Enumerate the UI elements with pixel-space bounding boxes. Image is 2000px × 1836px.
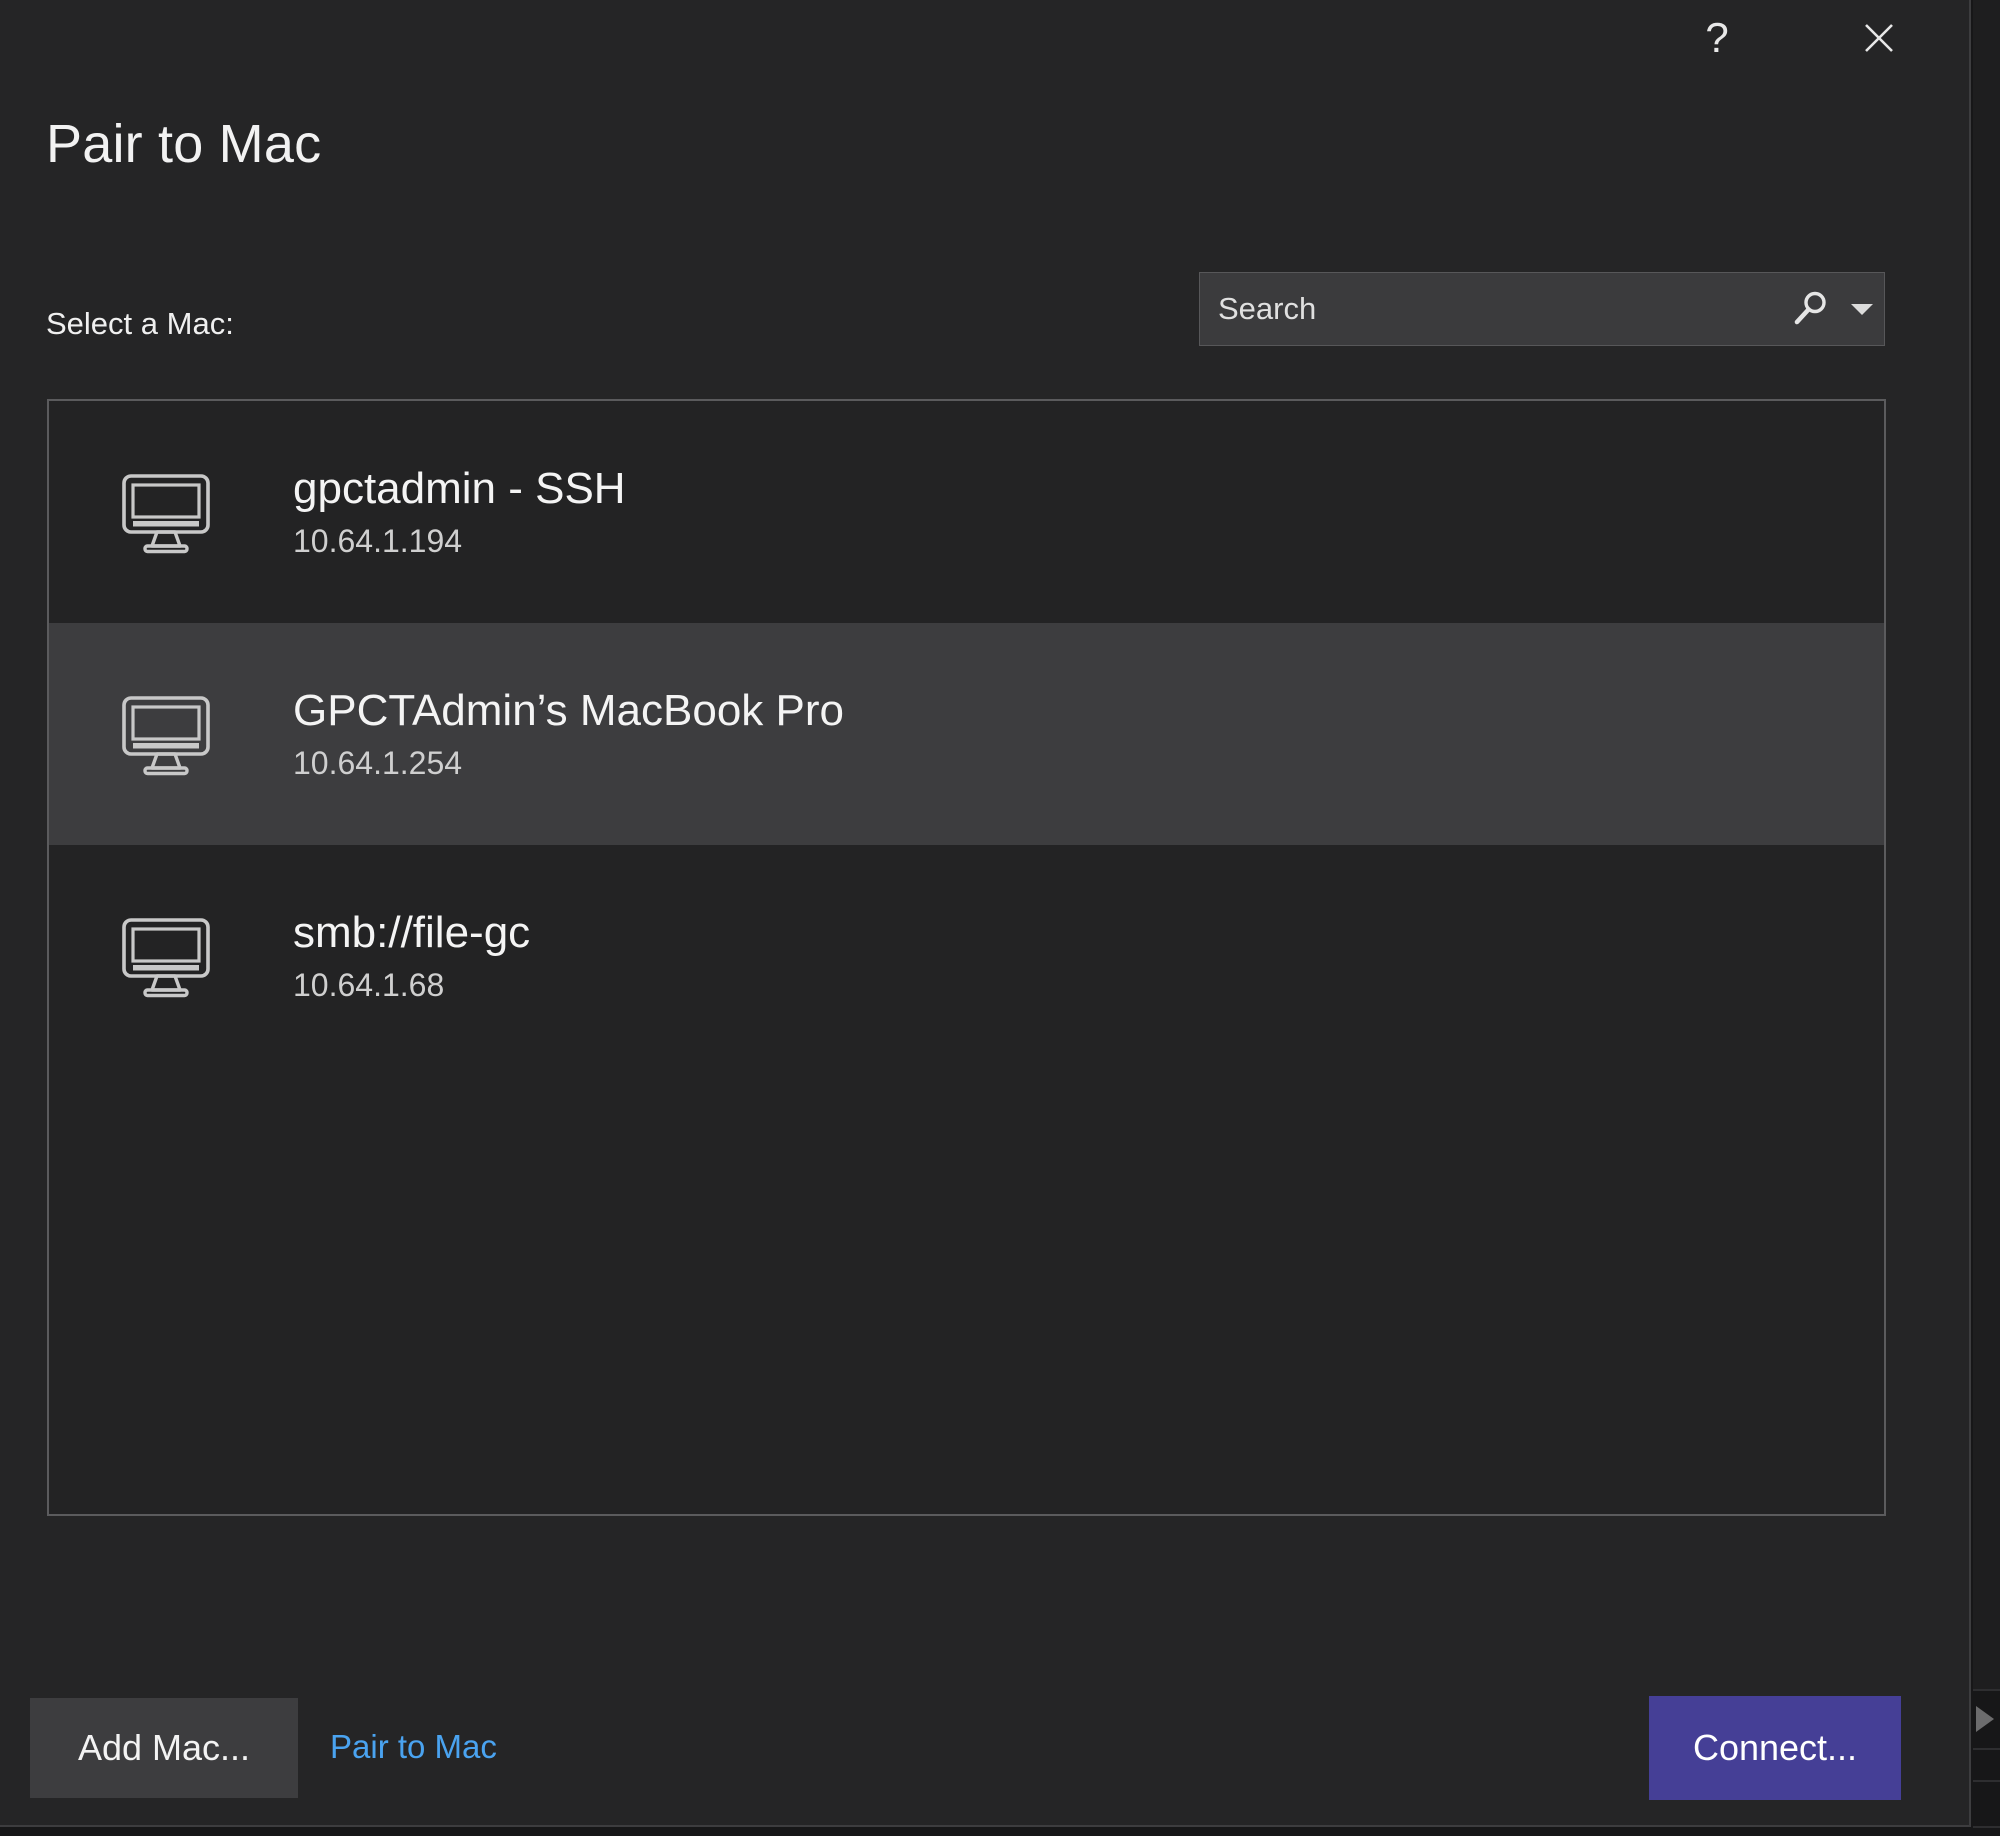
close-button[interactable]	[1829, 2, 1929, 74]
monitor-icon	[107, 680, 225, 788]
dialog-footer: Add Mac... Pair to Mac Connect...	[0, 1585, 1969, 1825]
background-panel	[1973, 0, 2000, 1690]
mac-item-text: GPCTAdmin’s MacBook Pro 10.64.1.254	[293, 686, 844, 783]
mac-item-ip: 10.64.1.194	[293, 522, 463, 559]
background-divider	[1973, 1826, 2000, 1828]
connect-button[interactable]: Connect...	[1649, 1696, 1901, 1800]
monitor-glyph	[122, 918, 210, 998]
mac-list[interactable]: gpctadmin - SSH 10.64.1.194 GPCTAdmin’s Ma…	[47, 399, 1886, 1516]
mac-item-name: gpctadmin - SSH	[293, 463, 626, 513]
mac-item-ip: 10.64.1.68	[293, 966, 445, 1003]
select-a-mac-label: Select a Mac:	[46, 306, 234, 341]
mac-item-text: gpctadmin - SSH 10.64.1.194	[293, 464, 626, 561]
monitor-glyph	[122, 696, 210, 776]
monitor-glyph	[122, 474, 210, 554]
search-dropdown-arrow[interactable]	[1840, 273, 1884, 345]
monitor-icon	[107, 902, 225, 1010]
page-title: Pair to Mac	[46, 114, 322, 174]
close-icon	[1865, 24, 1893, 52]
mac-item-ip: 10.64.1.254	[293, 744, 463, 781]
help-icon: ?	[1705, 14, 1729, 61]
pair-to-mac-link[interactable]: Pair to Mac	[330, 1728, 497, 1766]
chevron-down-icon	[1851, 303, 1873, 315]
background-divider	[1973, 1748, 2000, 1750]
titlebar-controls: ?	[1667, 0, 1969, 76]
mac-list-item[interactable]: GPCTAdmin’s MacBook Pro 10.64.1.254	[49, 623, 1884, 845]
search-box[interactable]	[1199, 272, 1885, 346]
monitor-icon	[107, 458, 225, 566]
magnifier-glyph	[1794, 291, 1826, 325]
search-input[interactable]	[1200, 273, 1782, 345]
add-mac-button[interactable]: Add Mac...	[30, 1698, 298, 1798]
mac-item-name: GPCTAdmin’s MacBook Pro	[293, 685, 844, 735]
search-icon[interactable]	[1782, 273, 1840, 345]
expand-arrow-icon	[1976, 1706, 1994, 1732]
help-button[interactable]: ?	[1667, 2, 1767, 74]
mac-list-item[interactable]: gpctadmin - SSH 10.64.1.194	[49, 401, 1884, 623]
background-divider	[1973, 1689, 2000, 1691]
mac-item-text: smb://file-gc 10.64.1.68	[293, 908, 530, 1005]
mac-item-name: smb://file-gc	[293, 907, 531, 957]
mac-list-item[interactable]: smb://file-gc 10.64.1.68	[49, 845, 1884, 1067]
pair-to-mac-dialog: ? Pair to Mac Select a Mac: gpctadmin - …	[0, 0, 1971, 1827]
background-divider	[1973, 1780, 2000, 1782]
